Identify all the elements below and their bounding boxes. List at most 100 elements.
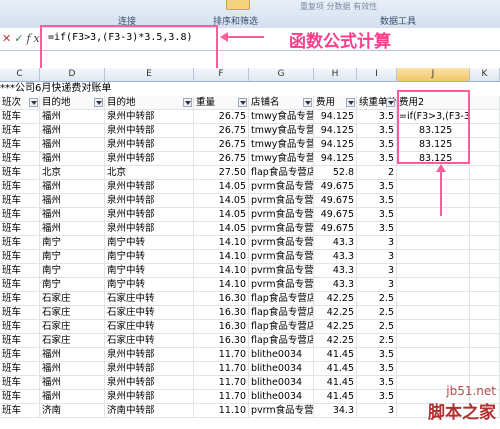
table-cell[interactable]: 42.25 <box>314 320 357 334</box>
table-cell[interactable] <box>397 278 470 292</box>
table-cell[interactable]: 北京 <box>40 166 105 180</box>
header-cell[interactable]: 重量 <box>194 96 249 110</box>
table-cell[interactable]: tmwy食品专营店 <box>249 152 314 166</box>
table-cell[interactable]: 福州 <box>40 124 105 138</box>
table-cell[interactable]: blithe0034 <box>249 376 314 390</box>
table-cell[interactable]: 14.10 <box>194 278 249 292</box>
table-cell[interactable]: 43.3 <box>314 250 357 264</box>
table-cell[interactable] <box>470 180 500 194</box>
table-cell[interactable] <box>470 348 500 362</box>
table-cell[interactable]: 3 <box>357 250 397 264</box>
table-cell[interactable]: 26.75 <box>194 110 249 124</box>
table-cell[interactable]: 泉州中转部 <box>105 208 194 222</box>
table-cell[interactable]: 2.5 <box>357 334 397 348</box>
filter-dropdown-icon[interactable] <box>303 98 312 107</box>
table-cell[interactable]: 南宁 <box>40 278 105 292</box>
table-cell[interactable]: 班车 <box>0 306 40 320</box>
table-cell[interactable]: 3.5 <box>357 110 397 124</box>
table-cell[interactable]: 41.45 <box>314 362 357 376</box>
table-cell[interactable] <box>470 194 500 208</box>
table-cell[interactable] <box>397 334 470 348</box>
table-cell[interactable]: 94.125 <box>314 124 357 138</box>
table-cell[interactable]: 班车 <box>0 250 40 264</box>
table-cell[interactable]: 济南中转部 <box>105 404 194 418</box>
table-cell[interactable]: 班车 <box>0 236 40 250</box>
table-cell[interactable]: 41.45 <box>314 376 357 390</box>
table-cell[interactable] <box>470 110 500 124</box>
header-cell[interactable]: 店铺名 <box>249 96 314 110</box>
table-cell[interactable] <box>397 208 470 222</box>
table-cell[interactable]: 班车 <box>0 278 40 292</box>
table-cell[interactable]: 42.25 <box>314 306 357 320</box>
table-cell[interactable]: 16.30 <box>194 292 249 306</box>
column-header-k[interactable]: K <box>470 68 500 82</box>
table-cell[interactable]: 福州 <box>40 110 105 124</box>
header-cell[interactable]: 班次 <box>0 96 40 110</box>
table-cell[interactable]: 3.5 <box>357 138 397 152</box>
table-cell[interactable] <box>397 194 470 208</box>
table-cell[interactable]: 班车 <box>0 390 40 404</box>
ribbon-group-sort-filter[interactable]: 排序和筛选 <box>213 14 258 27</box>
table-cell[interactable] <box>397 250 470 264</box>
table-cell[interactable]: 14.10 <box>194 236 249 250</box>
table-cell[interactable]: pvrm食品专营店 <box>249 222 314 236</box>
table-cell[interactable] <box>397 222 470 236</box>
enter-icon[interactable]: ✓ <box>14 32 26 45</box>
column-header-j[interactable]: J <box>397 68 470 82</box>
table-cell[interactable]: 石家庄 <box>40 292 105 306</box>
table-cell[interactable]: 42.25 <box>314 334 357 348</box>
table-cell[interactable]: 41.45 <box>314 348 357 362</box>
table-cell[interactable]: 班车 <box>0 404 40 418</box>
header-cell[interactable]: 目的地 <box>40 96 105 110</box>
table-cell[interactable] <box>397 180 470 194</box>
table-cell[interactable]: 福州 <box>40 362 105 376</box>
table-cell[interactable]: 14.05 <box>194 180 249 194</box>
cancel-icon[interactable]: ✕ <box>2 32 14 45</box>
ribbon-group-data-tools[interactable]: 数据工具 <box>380 14 416 27</box>
table-cell[interactable]: pvrm食品专营店 <box>249 404 314 418</box>
table-cell[interactable]: 班车 <box>0 166 40 180</box>
column-header-g[interactable]: G <box>249 68 314 82</box>
table-cell[interactable]: 43.3 <box>314 278 357 292</box>
filter-dropdown-icon[interactable] <box>183 98 192 107</box>
table-cell[interactable]: 43.3 <box>314 264 357 278</box>
table-cell[interactable]: 49.675 <box>314 180 357 194</box>
table-cell[interactable]: 2.5 <box>357 306 397 320</box>
table-cell[interactable]: 北京 <box>105 166 194 180</box>
table-cell[interactable]: 34.3 <box>314 404 357 418</box>
table-cell[interactable] <box>470 362 500 376</box>
table-cell[interactable]: 南宁 <box>40 250 105 264</box>
filter-dropdown-icon[interactable] <box>29 98 38 107</box>
table-cell[interactable]: pvrm食品专营店 <box>249 250 314 264</box>
table-cell[interactable]: 2 <box>357 166 397 180</box>
column-header-i[interactable]: I <box>357 68 397 82</box>
table-cell[interactable]: 南宁 <box>40 264 105 278</box>
filter-dropdown-icon[interactable] <box>238 98 247 107</box>
table-cell[interactable]: 班车 <box>0 362 40 376</box>
table-cell[interactable]: blithe0034 <box>249 390 314 404</box>
column-header-f[interactable]: F <box>194 68 249 82</box>
table-cell[interactable]: 11.70 <box>194 362 249 376</box>
folder-icon[interactable] <box>226 0 250 10</box>
table-cell[interactable]: 26.75 <box>194 152 249 166</box>
table-cell[interactable]: 3 <box>357 236 397 250</box>
table-cell[interactable]: 福州 <box>40 222 105 236</box>
column-header-h[interactable]: H <box>314 68 357 82</box>
table-cell[interactable]: 泉州中转部 <box>105 376 194 390</box>
table-cell[interactable]: 11.70 <box>194 390 249 404</box>
table-cell[interactable]: 16.30 <box>194 306 249 320</box>
table-cell[interactable] <box>470 320 500 334</box>
table-cell[interactable]: 班车 <box>0 222 40 236</box>
filter-dropdown-icon[interactable] <box>94 98 103 107</box>
table-cell[interactable] <box>397 236 470 250</box>
table-cell[interactable]: 3.5 <box>357 222 397 236</box>
table-cell[interactable]: 班车 <box>0 180 40 194</box>
table-cell[interactable]: 班车 <box>0 292 40 306</box>
table-cell[interactable] <box>470 166 500 180</box>
table-cell[interactable]: flap食品专营店 <box>249 306 314 320</box>
table-cell[interactable]: 94.125 <box>314 110 357 124</box>
table-cell[interactable]: pvrm食品专营店 <box>249 180 314 194</box>
table-cell[interactable]: 南宁 <box>40 236 105 250</box>
table-cell[interactable] <box>470 236 500 250</box>
table-cell[interactable]: 福州 <box>40 180 105 194</box>
